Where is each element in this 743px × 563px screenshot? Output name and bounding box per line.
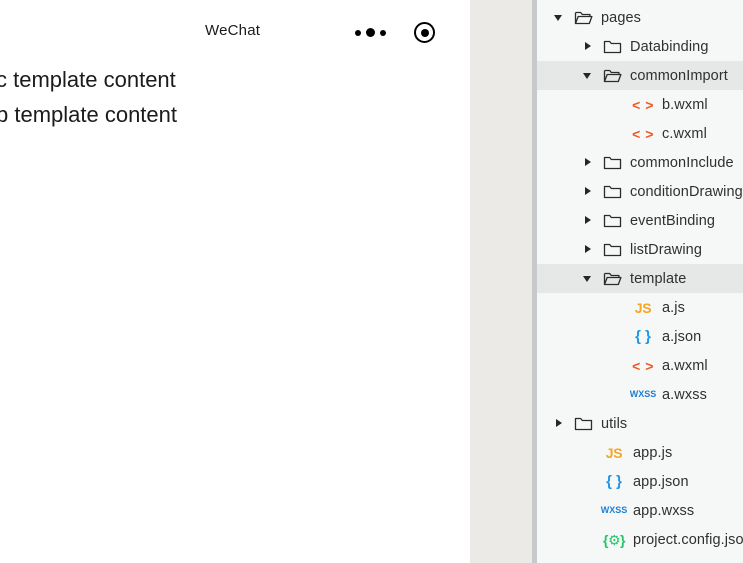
file-tree-panel[interactable]: pages Databinding commonImport < > b.wxml < >… (537, 0, 743, 563)
tree-file-row[interactable]: < > a.wxml (537, 351, 743, 380)
simulator-navbar: WeChat (0, 0, 470, 64)
page-title: WeChat (205, 22, 261, 39)
js-file-icon-glyph: JS (634, 299, 652, 316)
wxss-file-icon-glyph: WXSS (600, 505, 628, 515)
chevron-down-icon[interactable] (582, 69, 595, 82)
wxss-file-icon: WXSS (600, 503, 628, 519)
tree-file-row[interactable]: WXSS app.wxss (537, 496, 743, 525)
twisty-placeholder (611, 388, 624, 401)
folder-icon (603, 184, 622, 200)
tree-item-label: app.json (633, 473, 689, 490)
js-file-icon-glyph: JS (605, 444, 623, 461)
chevron-right-icon[interactable] (553, 417, 566, 430)
template-content-line-1: c template content (0, 67, 176, 92)
json-file-icon-glyph: { } (635, 328, 651, 345)
wxml-file-icon-glyph: < > (632, 125, 654, 142)
folder-icon (603, 155, 622, 171)
folder-open-icon (574, 10, 593, 26)
chevron-right-icon[interactable] (582, 214, 595, 227)
tree-folder-row[interactable]: eventBinding (537, 206, 743, 235)
twisty-placeholder (582, 475, 595, 488)
tree-item-label: commonInclude (630, 154, 734, 171)
tree-item-label: utils (601, 415, 628, 432)
folder-icon (603, 39, 622, 55)
twisty-placeholder (611, 98, 624, 111)
tree-file-row[interactable]: { } a.json (537, 322, 743, 351)
ide-window: WeChat c template content b template con… (0, 0, 743, 563)
tree-item-label: listDrawing (630, 241, 703, 258)
wxss-file-icon: WXSS (629, 387, 657, 403)
chevron-right-icon[interactable] (582, 40, 595, 53)
tree-folder-row[interactable]: commonImport (537, 61, 743, 90)
folder-icon (574, 416, 593, 432)
twisty-placeholder (582, 504, 595, 517)
tree-folder-row[interactable]: listDrawing (537, 235, 743, 264)
tree-folder-row[interactable]: pages (537, 3, 743, 32)
tree-item-label: b.wxml (662, 96, 708, 113)
js-file-icon: JS (603, 445, 625, 461)
twisty-placeholder (611, 127, 624, 140)
wxml-file-icon: < > (632, 126, 654, 142)
tree-item-label: template (630, 270, 687, 287)
tree-item-label: eventBinding (630, 212, 716, 229)
tree-folder-row[interactable]: conditionDrawing (537, 177, 743, 206)
wxml-file-icon: < > (632, 97, 654, 113)
wxml-file-icon: < > (632, 358, 654, 374)
tree-item-label: Databinding (630, 38, 709, 55)
folder-open-icon (603, 271, 622, 287)
config-file-icon: {⚙} (603, 532, 625, 548)
tree-file-row[interactable]: JS app.js (537, 438, 743, 467)
twisty-placeholder (582, 533, 595, 546)
tree-item-label: a.json (662, 328, 702, 345)
config-file-icon-glyph: {⚙} (603, 531, 625, 548)
tree-folder-row[interactable]: template (537, 264, 743, 293)
twisty-placeholder (611, 359, 624, 372)
json-file-icon: { } (632, 329, 654, 345)
chevron-down-icon[interactable] (553, 11, 566, 24)
tree-item-label: conditionDrawing (630, 183, 743, 200)
pane-gutter (470, 0, 532, 563)
tree-item-label: project.config.json (633, 531, 743, 548)
twisty-placeholder (611, 330, 624, 343)
navbar-capsule (355, 22, 435, 43)
wxss-file-icon-glyph: WXSS (629, 389, 657, 399)
tree-item-label: c.wxml (662, 125, 707, 142)
tree-file-row[interactable]: WXSS a.wxss (537, 380, 743, 409)
twisty-placeholder (611, 301, 624, 314)
folder-icon (603, 242, 622, 258)
chevron-right-icon[interactable] (582, 185, 595, 198)
tree-item-label: a.js (662, 299, 685, 316)
tree-folder-row[interactable]: commonInclude (537, 148, 743, 177)
tree-file-row[interactable]: { } app.json (537, 467, 743, 496)
more-dots-icon[interactable] (355, 24, 386, 42)
chevron-right-icon[interactable] (582, 243, 595, 256)
folder-open-icon (603, 68, 622, 84)
wxml-file-icon-glyph: < > (632, 357, 654, 374)
chevron-right-icon[interactable] (582, 156, 595, 169)
target-circle-icon[interactable] (414, 22, 435, 43)
tree-file-row[interactable]: < > c.wxml (537, 119, 743, 148)
tree-file-row[interactable]: JS a.js (537, 293, 743, 322)
tree-folder-row[interactable]: utils (537, 409, 743, 438)
tree-item-label: app.js (633, 444, 673, 461)
folder-icon (603, 213, 622, 229)
json-file-icon-glyph: { } (606, 473, 622, 490)
tree-item-label: a.wxml (662, 357, 708, 374)
twisty-placeholder (582, 446, 595, 459)
tree-file-row[interactable]: < > b.wxml (537, 90, 743, 119)
tree-item-label: a.wxss (662, 386, 707, 403)
tree-item-label: pages (601, 9, 642, 26)
tree-item-label: commonImport (630, 67, 728, 84)
tree-item-label: app.wxss (633, 502, 695, 519)
simulator-content: c template content b template content (0, 62, 470, 132)
wxml-file-icon-glyph: < > (632, 96, 654, 113)
tree-file-row[interactable]: {⚙} project.config.json (537, 525, 743, 554)
template-content-line-2: b template content (0, 102, 178, 127)
json-file-icon: { } (603, 474, 625, 490)
simulator-pane: WeChat c template content b template con… (0, 0, 470, 563)
js-file-icon: JS (632, 300, 654, 316)
tree-folder-row[interactable]: Databinding (537, 32, 743, 61)
chevron-down-icon[interactable] (582, 272, 595, 285)
